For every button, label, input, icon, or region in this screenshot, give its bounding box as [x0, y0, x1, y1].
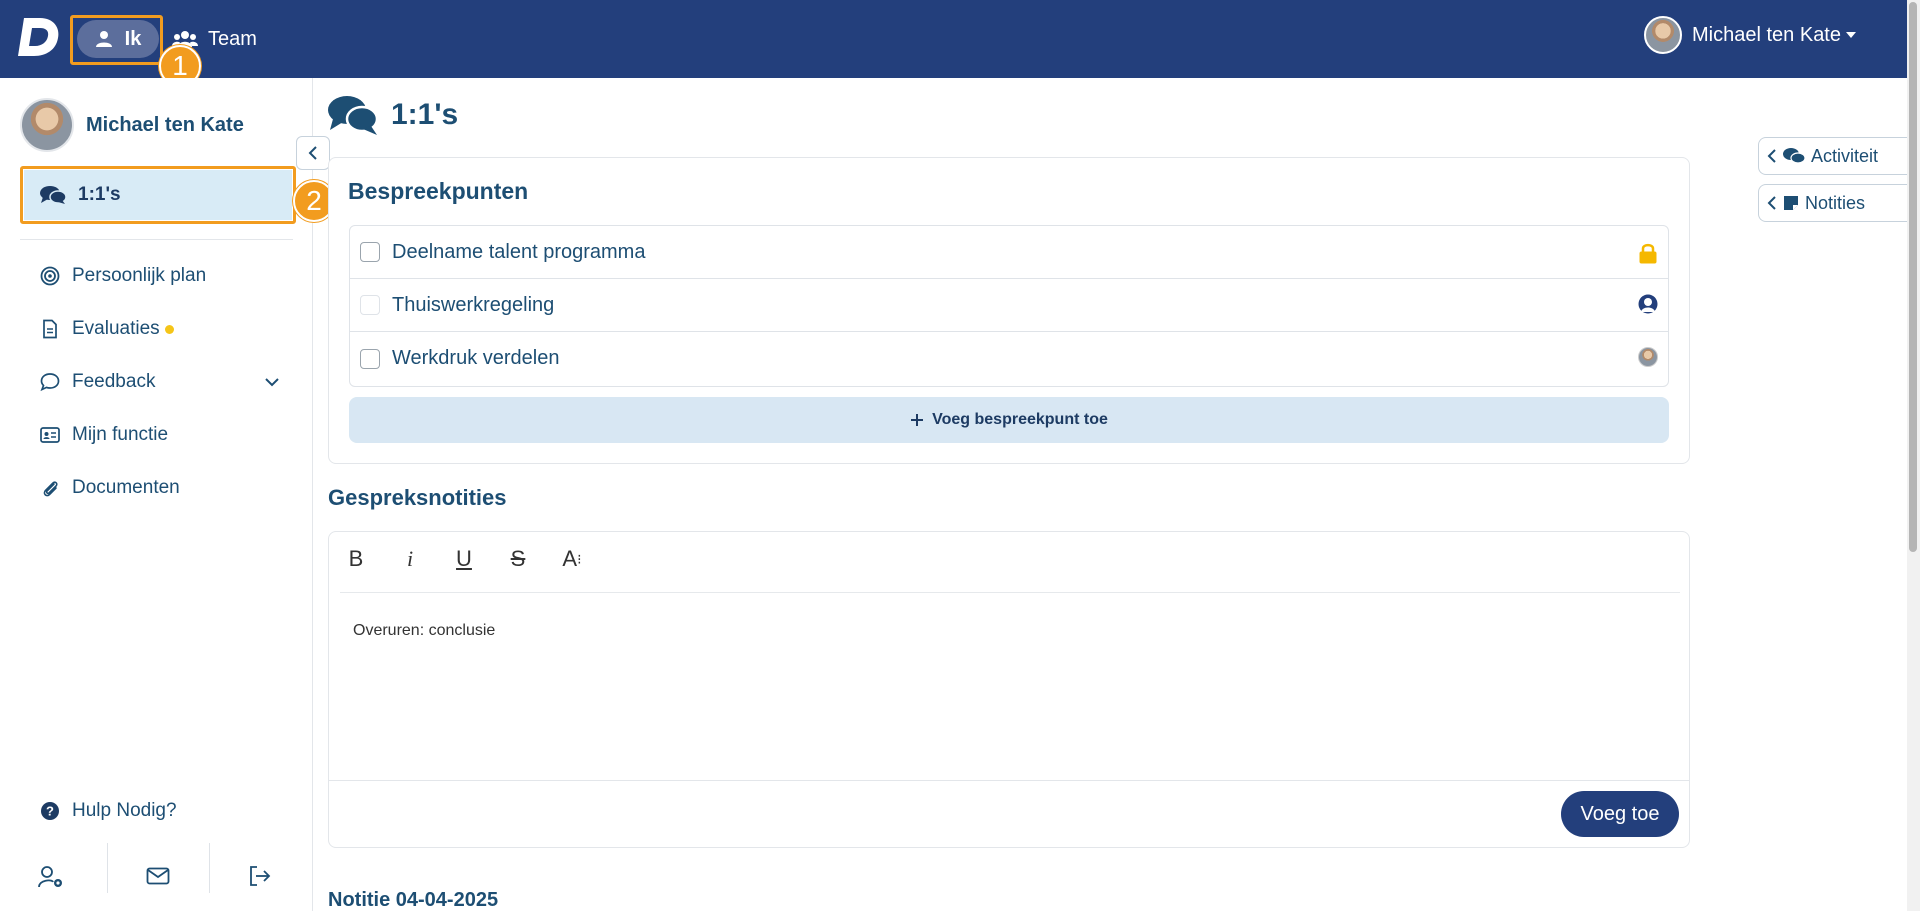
- avatar: [1644, 16, 1683, 54]
- question-circle-icon: ?: [41, 802, 59, 820]
- mail-icon: [146, 867, 170, 885]
- notes-tab-label: Notities: [1805, 192, 1866, 213]
- chat-bubbles-icon: [328, 96, 379, 135]
- divider: [329, 780, 1689, 781]
- user-menu[interactable]: Michael ten Kate: [1644, 16, 1857, 54]
- sidebar-item-label: Mijn functie: [72, 424, 169, 445]
- tutorial-highlight-1: [70, 15, 163, 65]
- logout-button[interactable]: [248, 865, 272, 892]
- discussion-points-title: Bespreekpunten: [348, 178, 529, 204]
- logout-icon: [250, 866, 271, 886]
- logo-icon[interactable]: [18, 14, 62, 60]
- italic-button[interactable]: i: [394, 543, 426, 575]
- notes-editor-input[interactable]: Overuren: conclusie: [353, 622, 495, 640]
- activity-panel-tab[interactable]: Activiteit: [1758, 137, 1908, 175]
- user-avatar-icon: [1638, 294, 1658, 314]
- conversation-notes-title: Gespreksnotities: [328, 485, 507, 510]
- account-settings-button[interactable]: [38, 865, 64, 894]
- sidebar-user-name: Michael ten Kate: [86, 113, 244, 136]
- strikethrough-button[interactable]: S: [502, 543, 534, 575]
- user-photo-icon: [1638, 347, 1658, 367]
- user-menu-name: Michael ten Kate: [1692, 23, 1841, 46]
- sidebar-item-label: Evaluaties: [72, 318, 160, 339]
- editor-toolbar: B i U S A ⁝: [340, 543, 588, 575]
- collapse-sidebar-button[interactable]: [296, 136, 330, 170]
- speech-bubble-icon: [40, 373, 60, 392]
- chevron-down-icon[interactable]: [264, 377, 280, 387]
- lock-icon: [1639, 243, 1657, 264]
- caret-down-icon: [1846, 32, 1856, 38]
- tutorial-highlight-2: [20, 166, 296, 224]
- avatar: [20, 98, 74, 152]
- notification-dot: [164, 324, 174, 334]
- bold-button[interactable]: B: [340, 543, 372, 575]
- divider: [20, 239, 293, 240]
- add-discussion-point-button[interactable]: Voeg bespreekpunt toe: [349, 397, 1669, 443]
- notes-panel-tab[interactable]: Notities: [1758, 184, 1908, 222]
- paperclip-icon: [43, 481, 58, 497]
- scrollbar[interactable]: [1907, 0, 1920, 911]
- chevron-left-icon: [1767, 149, 1776, 163]
- sidebar-item-label: Persoonlijk plan: [72, 265, 207, 286]
- plus-icon: [911, 414, 924, 426]
- sidebar-item-documents[interactable]: Documenten: [40, 477, 180, 499]
- top-navigation-bar: Ik Team Michael ten Kate: [0, 0, 1907, 78]
- page-title-text: 1:1's: [391, 98, 459, 131]
- sidebar-item-label: Feedback: [72, 371, 156, 392]
- list-item[interactable]: Werkdruk verdelen: [350, 332, 1668, 385]
- activity-tab-label: Activiteit: [1811, 145, 1879, 166]
- checkbox[interactable]: [360, 348, 380, 369]
- sidebar-item-label: Documenten: [72, 477, 180, 498]
- user-gear-icon: [38, 866, 62, 888]
- text-size-button[interactable]: A ⁝: [556, 543, 588, 575]
- chevron-left-icon: [308, 146, 317, 160]
- list-item-label: Thuiswerkregeling: [392, 293, 555, 316]
- svg-text:?: ?: [46, 804, 54, 819]
- sidebar-footer: [0, 843, 313, 911]
- divider: [209, 843, 210, 893]
- list-item-label: Werkdruk verdelen: [392, 347, 560, 369]
- sidebar-item-personal-plan[interactable]: Persoonlijk plan: [40, 265, 206, 287]
- id-card-icon: [40, 427, 60, 443]
- list-item[interactable]: Thuiswerkregeling: [350, 279, 1668, 332]
- note-title: Notitie 04-04-2025: [328, 889, 499, 911]
- target-icon: [40, 266, 60, 286]
- scrollbar-thumb[interactable]: [1909, 2, 1917, 552]
- chat-bubbles-icon: [1783, 148, 1805, 164]
- sidebar-item-evaluations[interactable]: Evaluaties: [40, 318, 174, 340]
- chevron-left-icon: [1767, 196, 1776, 210]
- nav-tab-team-label: Team: [208, 27, 257, 50]
- document-icon: [43, 319, 57, 339]
- sidebar-item-feedback[interactable]: Feedback: [40, 371, 280, 393]
- checkbox[interactable]: [360, 242, 380, 262]
- underline-button[interactable]: U: [448, 543, 480, 575]
- sidebar-item-my-function[interactable]: Mijn functie: [40, 424, 168, 446]
- list-item-label: Deelname talent programma: [392, 240, 646, 263]
- help-label: Hulp Nodig?: [72, 800, 177, 821]
- help-link[interactable]: ? Hulp Nodig?: [40, 800, 177, 822]
- add-discussion-point-label: Voeg bespreekpunt toe: [932, 411, 1108, 428]
- sticky-note-icon: [1784, 196, 1798, 210]
- sidebar-user[interactable]: Michael ten Kate: [20, 98, 244, 152]
- list-item[interactable]: Deelname talent programma: [350, 226, 1668, 279]
- notes-editor-card: [328, 531, 1690, 848]
- checkbox[interactable]: [360, 295, 380, 315]
- messages-button[interactable]: [146, 867, 170, 890]
- page-title: 1:1's: [327, 94, 458, 136]
- divider: [340, 592, 1680, 593]
- discussion-points-list: Deelname talent programma Thuiswerkregel…: [349, 225, 1669, 387]
- divider: [107, 843, 108, 893]
- add-note-button[interactable]: Voeg toe: [1561, 791, 1679, 837]
